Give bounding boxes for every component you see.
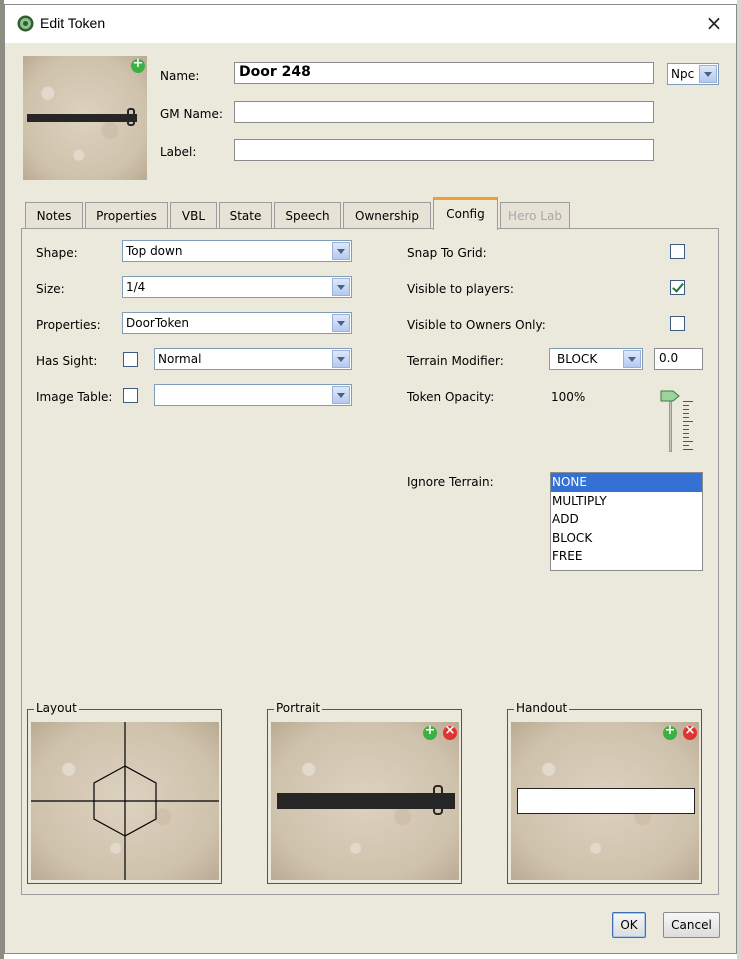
- chevron-down-icon[interactable]: [332, 386, 350, 404]
- list-item[interactable]: NONE: [551, 473, 702, 492]
- token-type-select[interactable]: Npc: [667, 63, 719, 85]
- door-hinge: [127, 108, 135, 126]
- tab-properties[interactable]: Properties: [85, 202, 168, 229]
- snap-to-grid-checkbox[interactable]: [670, 244, 685, 259]
- gm-name-field[interactable]: [234, 101, 654, 123]
- visible-owners-only-checkbox[interactable]: [670, 316, 685, 331]
- snap-to-grid-label: Snap To Grid:: [407, 246, 487, 260]
- name-label: Name:: [160, 69, 200, 83]
- door-hinge: [433, 785, 443, 815]
- title-bar: Edit Token ×: [5, 5, 736, 43]
- ok-button[interactable]: OK: [612, 912, 646, 938]
- image-table-select[interactable]: [154, 384, 352, 406]
- layout-title: Layout: [34, 701, 79, 715]
- chevron-down-icon[interactable]: [332, 278, 350, 296]
- handout-title: Handout: [514, 701, 570, 715]
- opacity-slider-thumb[interactable]: [660, 390, 680, 402]
- add-image-icon[interactable]: [131, 56, 145, 73]
- delete-portrait-icon[interactable]: [443, 723, 457, 740]
- layout-preview[interactable]: [31, 722, 219, 880]
- chevron-down-icon[interactable]: [332, 350, 350, 368]
- visible-to-players-checkbox[interactable]: [670, 280, 685, 295]
- tab-notes[interactable]: Notes: [25, 202, 83, 229]
- window-title: Edit Token: [40, 15, 106, 31]
- properties-value: DoorToken: [126, 316, 189, 330]
- list-item[interactable]: MULTIPLY: [551, 492, 702, 511]
- terrain-modifier-select[interactable]: BLOCK: [549, 348, 643, 370]
- portrait-preview[interactable]: [271, 722, 459, 880]
- properties-select[interactable]: DoorToken: [122, 312, 352, 334]
- terrain-modifier-label: Terrain Modifier:: [407, 354, 504, 368]
- background-app-right: [737, 0, 741, 959]
- close-icon[interactable]: ×: [704, 13, 724, 33]
- portrait-group: Portrait: [267, 701, 462, 884]
- layout-group: Layout: [27, 701, 222, 884]
- add-portrait-icon[interactable]: [423, 723, 437, 740]
- layout-crosshair: [31, 722, 219, 880]
- tab-speech[interactable]: Speech: [274, 202, 341, 229]
- has-sight-label: Has Sight:: [36, 354, 98, 368]
- cancel-button[interactable]: Cancel: [663, 912, 720, 938]
- chevron-down-icon[interactable]: [332, 314, 350, 332]
- ignore-terrain-label: Ignore Terrain:: [407, 475, 494, 489]
- token-type-value: Npc: [671, 67, 695, 81]
- edit-token-dialog: Edit Token × Name: Door 248 Npc GM Name:…: [4, 4, 737, 954]
- chevron-down-icon[interactable]: [623, 350, 641, 368]
- has-sight-checkbox[interactable]: [123, 352, 138, 367]
- handout-group: Handout: [507, 701, 702, 884]
- tab-state[interactable]: State: [219, 202, 272, 229]
- tab-vbl[interactable]: VBL: [170, 202, 217, 229]
- delete-handout-icon[interactable]: [683, 723, 697, 740]
- token-image[interactable]: [23, 56, 147, 180]
- terrain-modifier-number[interactable]: 0.0: [654, 348, 703, 370]
- handout-image: [517, 788, 695, 814]
- gm-name-label: GM Name:: [160, 107, 223, 121]
- door-line: [27, 114, 137, 122]
- size-value: 1/4: [126, 280, 146, 294]
- token-opacity-value: 100%: [551, 390, 586, 404]
- sight-type-value: Normal: [158, 352, 202, 366]
- tab-hero-lab: Hero Lab: [500, 202, 570, 229]
- properties-label: Properties:: [36, 318, 101, 332]
- visible-to-players-label: Visible to players:: [407, 282, 514, 296]
- chevron-down-icon[interactable]: [699, 65, 717, 83]
- list-item[interactable]: ADD: [551, 510, 702, 529]
- sight-type-select[interactable]: Normal: [154, 348, 352, 370]
- label-label: Label:: [160, 145, 197, 159]
- handout-preview[interactable]: [511, 722, 699, 880]
- list-item[interactable]: BLOCK: [551, 529, 702, 548]
- shape-select[interactable]: Top down: [122, 240, 352, 262]
- size-select[interactable]: 1/4: [122, 276, 352, 298]
- portrait-title: Portrait: [274, 701, 323, 715]
- list-item[interactable]: FREE: [551, 547, 702, 566]
- shape-label: Shape:: [36, 246, 78, 260]
- door-line: [277, 793, 455, 809]
- chevron-down-icon[interactable]: [332, 242, 350, 260]
- visible-owners-only-label: Visible to Owners Only:: [407, 318, 546, 332]
- label-field[interactable]: [234, 139, 654, 161]
- image-table-label: Image Table:: [36, 390, 113, 404]
- opacity-slider-track[interactable]: [669, 394, 672, 452]
- token-opacity-label: Token Opacity:: [407, 390, 495, 404]
- shape-value: Top down: [126, 244, 183, 258]
- terrain-modifier-value: BLOCK: [557, 352, 598, 366]
- tab-config[interactable]: Config: [433, 197, 498, 230]
- name-field[interactable]: Door 248: [234, 62, 654, 84]
- size-label: Size:: [36, 282, 65, 296]
- add-handout-icon[interactable]: [663, 723, 677, 740]
- app-gear-icon: [17, 15, 34, 32]
- image-table-checkbox[interactable]: [123, 388, 138, 403]
- tab-ownership[interactable]: Ownership: [343, 202, 431, 229]
- ignore-terrain-list[interactable]: NONE MULTIPLY ADD BLOCK FREE: [550, 472, 703, 571]
